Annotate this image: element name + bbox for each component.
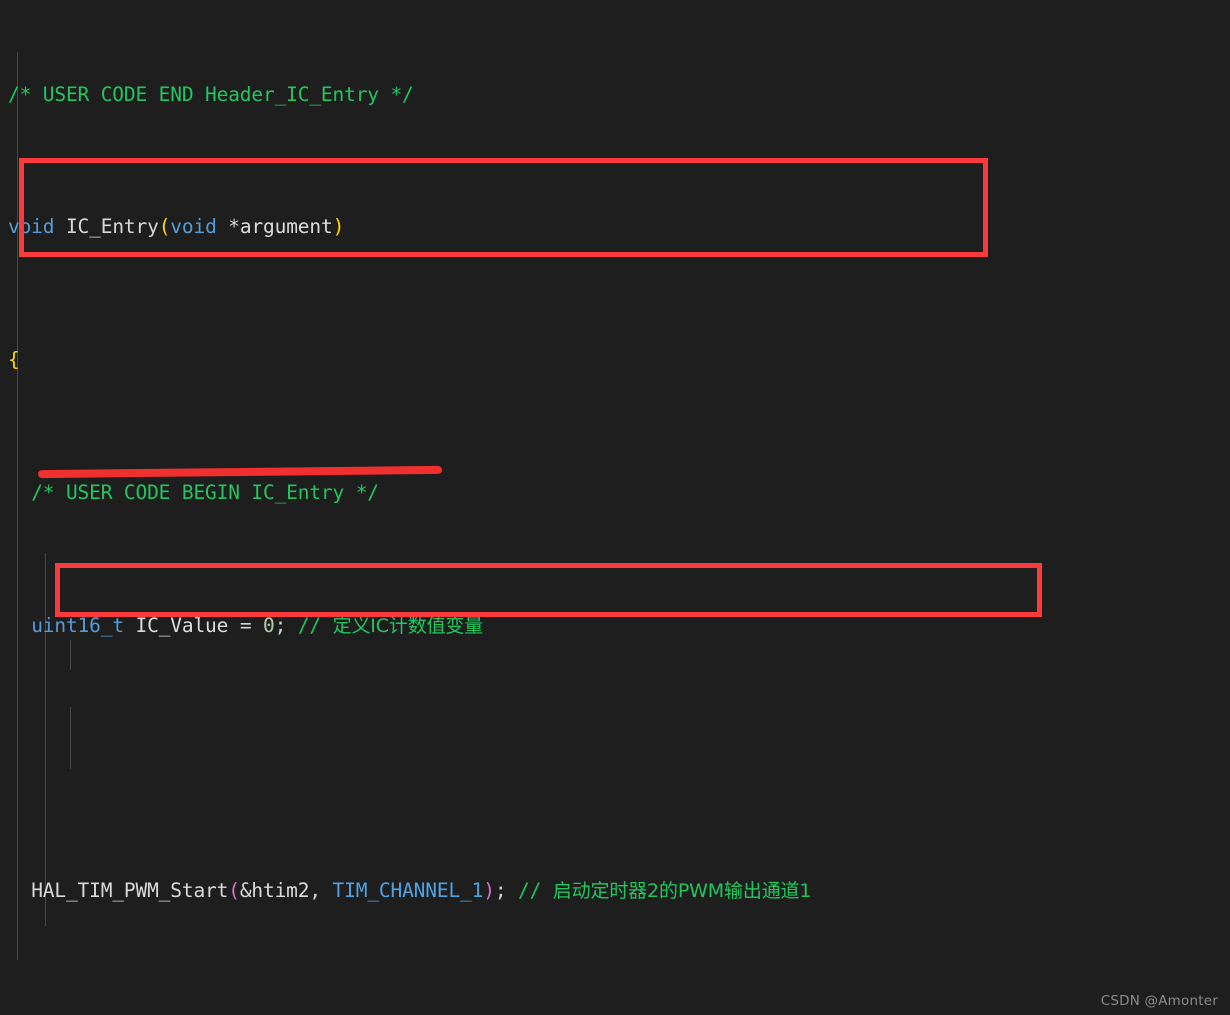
code-line-4: /* USER CODE BEGIN IC_Entry */ [31, 481, 379, 504]
code-line-1: /* USER CODE END Header_IC_Entry */ [8, 82, 414, 106]
csdn-watermark: CSDN @Amonter [1100, 993, 1218, 1009]
code-line-5: uint16_t IC_Value = 0; // 定义IC计数值变量 [31, 613, 484, 637]
code-line-2: void IC_Entry(void *argument) [8, 215, 345, 239]
code-content[interactable]: /* USER CODE END Header_IC_Entry */ void… [0, 0, 1230, 1015]
code-line-3: { [8, 348, 20, 372]
code-line-7: HAL_TIM_PWM_Start(&htim2, TIM_CHANNEL_1)… [31, 879, 812, 903]
code-line-8: HAL_TIM_IC_Start(&htim3, TIM_CHANNEL_1); [0, 1007, 1230, 1015]
code-editor[interactable]: /* USER CODE END Header_IC_Entry */ void… [0, 0, 1230, 1015]
